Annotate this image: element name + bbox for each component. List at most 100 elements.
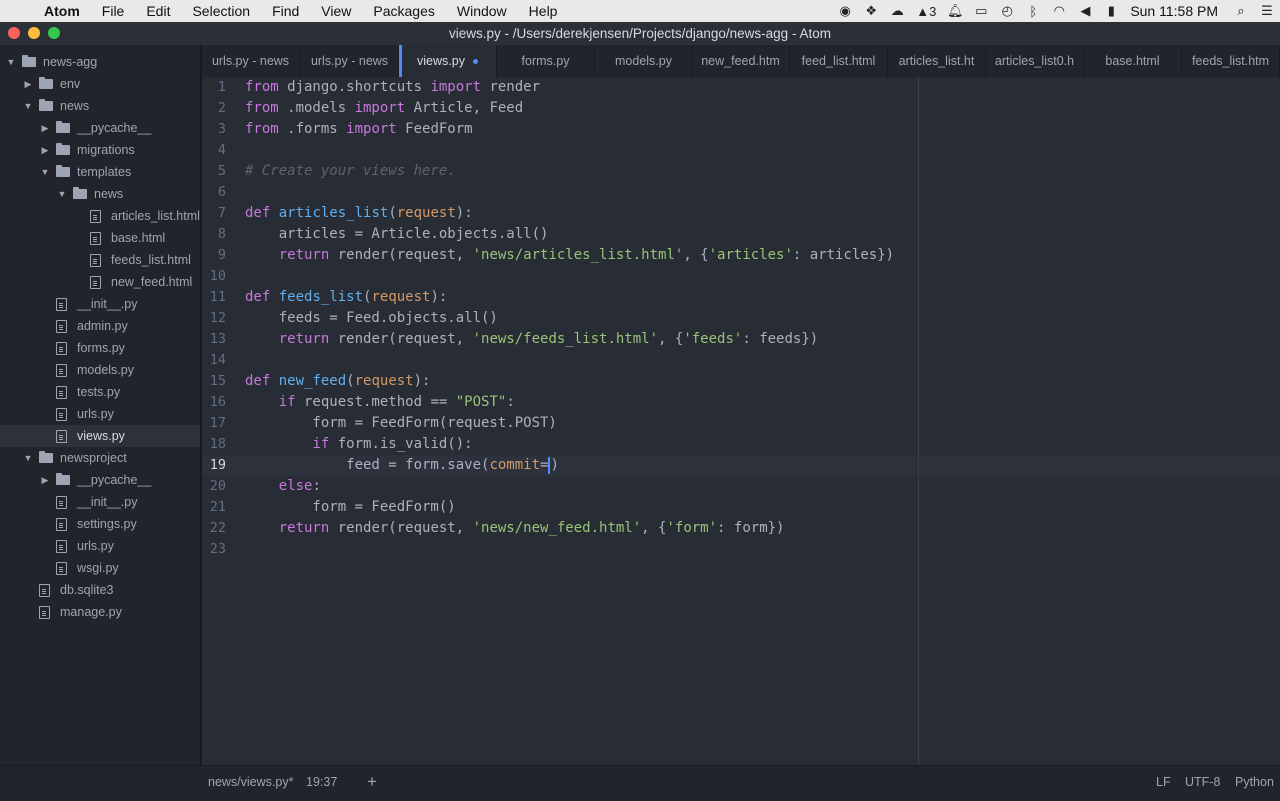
tree-file[interactable]: feeds_list.html bbox=[0, 249, 200, 271]
tree-file[interactable]: wsgi.py bbox=[0, 557, 200, 579]
tree-folder[interactable]: ▼ news-agg bbox=[0, 51, 200, 73]
menu-find[interactable]: Find bbox=[261, 3, 310, 19]
tree-folder[interactable]: ▶ __pycache__ bbox=[0, 117, 200, 139]
minimize-window-icon[interactable] bbox=[28, 27, 40, 39]
status-cursor-position[interactable]: 19:37 bbox=[306, 775, 337, 789]
menu-packages[interactable]: Packages bbox=[362, 3, 445, 19]
code-line[interactable]: return render(request, 'news/feeds_list.… bbox=[245, 329, 818, 350]
tree-file[interactable]: new_feed.html bbox=[0, 271, 200, 293]
status-line-ending[interactable]: LF bbox=[1156, 775, 1171, 789]
tab-articles-list0-h[interactable]: articles_list0.h bbox=[986, 45, 1084, 77]
tree-file[interactable]: articles_list.html bbox=[0, 205, 200, 227]
file-icon bbox=[90, 254, 101, 267]
chevron-down-icon[interactable]: ▼ bbox=[40, 161, 50, 183]
tab-forms-py[interactable]: forms.py bbox=[497, 45, 595, 77]
zoom-window-icon[interactable] bbox=[48, 27, 60, 39]
tree-folder[interactable]: ▼ newsproject bbox=[0, 447, 200, 469]
tree-file[interactable]: views.py bbox=[0, 425, 200, 447]
tree-folder[interactable]: ▼ news bbox=[0, 95, 200, 117]
notification-bell-icon[interactable]: 🔔︎ bbox=[942, 3, 968, 19]
menu-selection[interactable]: Selection bbox=[181, 3, 261, 19]
tree-folder[interactable]: ▼ templates bbox=[0, 161, 200, 183]
tree-folder[interactable]: ▶ __pycache__ bbox=[0, 469, 200, 491]
battery-icon[interactable]: ▮ bbox=[1098, 3, 1124, 19]
adobe-icon[interactable]: ▲3 bbox=[910, 4, 942, 19]
tree-file[interactable]: urls.py bbox=[0, 403, 200, 425]
code-line[interactable]: def feeds_list(request): bbox=[245, 287, 447, 308]
tab-urls-py-news[interactable]: urls.py - news bbox=[301, 45, 399, 77]
status-encoding[interactable]: UTF-8 bbox=[1185, 775, 1220, 789]
tree-item-label: news bbox=[94, 187, 124, 201]
tree-file[interactable]: admin.py bbox=[0, 315, 200, 337]
code-line[interactable]: from .forms import FeedForm bbox=[245, 119, 473, 140]
code-line[interactable]: articles = Article.objects.all() bbox=[245, 224, 549, 245]
bluetooth-icon[interactable]: ᛒ bbox=[1020, 4, 1046, 19]
code-line[interactable]: feed = form.save(commit=) bbox=[245, 455, 559, 476]
code-editor[interactable]: 1 2 3 4 5 6 7 8 9 10 11 12 13 14 15 16 17 18 19 20 21 22 23 fr… bbox=[202, 77, 1280, 765]
close-window-icon[interactable] bbox=[8, 27, 20, 39]
tree-file[interactable]: manage.py bbox=[0, 601, 200, 623]
tab-articles-list-ht[interactable]: articles_list.ht bbox=[888, 45, 986, 77]
file-icon bbox=[56, 518, 67, 531]
menu-app-name[interactable]: Atom bbox=[44, 3, 91, 19]
code-line[interactable]: from django.shortcuts import render bbox=[245, 77, 540, 98]
code-line[interactable]: def new_feed(request): bbox=[245, 371, 430, 392]
code-line[interactable]: # Create your views here. bbox=[245, 161, 456, 182]
status-grammar[interactable]: Python bbox=[1235, 775, 1274, 789]
time-machine-icon[interactable]: ◴ bbox=[994, 3, 1020, 19]
tree-folder[interactable]: ▶ migrations bbox=[0, 139, 200, 161]
camera-record-icon[interactable]: ◉ bbox=[832, 3, 858, 19]
tab-models-py[interactable]: models.py bbox=[595, 45, 693, 77]
cloud-icon[interactable]: ☁ bbox=[884, 3, 910, 19]
menu-help[interactable]: Help bbox=[518, 3, 569, 19]
list-icon[interactable]: ☰ bbox=[1254, 3, 1280, 19]
dropbox-icon[interactable]: ❖ bbox=[858, 3, 884, 19]
chevron-down-icon[interactable]: ▼ bbox=[23, 447, 33, 469]
code-line[interactable]: form = FeedForm() bbox=[245, 497, 455, 518]
status-file-path[interactable]: news/views.py* bbox=[208, 775, 293, 789]
clock[interactable]: Sun 11:58 PM bbox=[1124, 3, 1228, 19]
tab-new-feed-htm[interactable]: new_feed.htm bbox=[692, 45, 790, 77]
chevron-right-icon[interactable]: ▶ bbox=[40, 139, 50, 161]
tree-file[interactable]: urls.py bbox=[0, 535, 200, 557]
tree-file[interactable]: forms.py bbox=[0, 337, 200, 359]
menu-window[interactable]: Window bbox=[446, 3, 518, 19]
tree-file[interactable]: __init__.py bbox=[0, 293, 200, 315]
tab-feed-list-html[interactable]: feed_list.html bbox=[790, 45, 888, 77]
code-line[interactable]: else: bbox=[245, 476, 321, 497]
tree-file[interactable]: models.py bbox=[0, 359, 200, 381]
wifi-icon[interactable]: ◠ bbox=[1046, 3, 1072, 19]
search-icon[interactable]: ⌕ bbox=[1228, 3, 1254, 19]
tree-file[interactable]: settings.py bbox=[0, 513, 200, 535]
code-line[interactable]: from .models import Article, Feed bbox=[245, 98, 523, 119]
tab-urls-py-news[interactable]: urls.py - news bbox=[202, 45, 300, 77]
chevron-right-icon[interactable]: ▶ bbox=[40, 117, 50, 139]
menu-view[interactable]: View bbox=[310, 3, 362, 19]
tree-folder[interactable]: ▶ env bbox=[0, 73, 200, 95]
code-line[interactable]: return render(request, 'news/new_feed.ht… bbox=[245, 518, 785, 539]
menu-edit[interactable]: Edit bbox=[135, 3, 181, 19]
tree-folder[interactable]: ▼ news bbox=[0, 183, 200, 205]
tree-file[interactable]: tests.py bbox=[0, 381, 200, 403]
chevron-down-icon[interactable]: ▼ bbox=[57, 183, 67, 205]
menu-file[interactable]: File bbox=[91, 3, 136, 19]
chevron-down-icon[interactable]: ▼ bbox=[6, 51, 16, 73]
add-icon[interactable]: + bbox=[367, 772, 377, 792]
tree-file[interactable]: base.html bbox=[0, 227, 200, 249]
code-line[interactable]: return render(request, 'news/articles_li… bbox=[245, 245, 894, 266]
code-line[interactable]: if request.method == "POST": bbox=[245, 392, 515, 413]
chevron-right-icon[interactable]: ▶ bbox=[40, 469, 50, 491]
tree-file[interactable]: __init__.py bbox=[0, 491, 200, 513]
volume-icon[interactable]: ◀ bbox=[1072, 3, 1098, 19]
tab-feeds-list-htm[interactable]: feeds_list.htm bbox=[1182, 45, 1280, 77]
tab-views-py[interactable]: views.py bbox=[399, 45, 497, 77]
tree-file[interactable]: db.sqlite3 bbox=[0, 579, 200, 601]
chevron-down-icon[interactable]: ▼ bbox=[23, 95, 33, 117]
code-line[interactable]: def articles_list(request): bbox=[245, 203, 473, 224]
tab-base-html[interactable]: base.html bbox=[1084, 45, 1182, 77]
chevron-right-icon[interactable]: ▶ bbox=[23, 73, 33, 95]
code-line[interactable]: if form.is_valid(): bbox=[245, 434, 472, 455]
code-line[interactable]: form = FeedForm(request.POST) bbox=[245, 413, 556, 434]
battery-meter-icon[interactable]: ▭ bbox=[968, 3, 994, 19]
code-line[interactable]: feeds = Feed.objects.all() bbox=[245, 308, 498, 329]
